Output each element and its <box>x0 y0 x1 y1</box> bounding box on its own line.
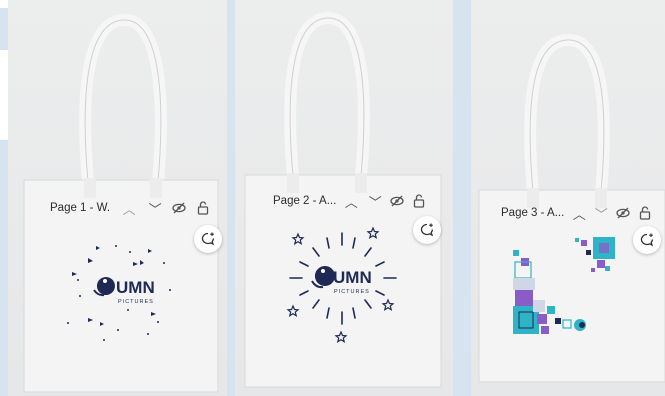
svg-text:UMN: UMN <box>333 268 372 287</box>
page-2-panel[interactable]: Page 2 - A... ︿ ﹀ UMN PICTURES <box>235 0 453 396</box>
umn-logo-design-2: UMN PICTURES <box>286 226 397 343</box>
geometric-pattern-design <box>513 237 615 334</box>
svg-text:PICTURES: PICTURES <box>118 299 154 305</box>
umn-logo-design-1: UMN PICTURES <box>67 245 171 341</box>
page-3-panel[interactable]: Page 3 - A... ︿ ﹀ <box>471 0 665 396</box>
svg-text:PICTURES: PICTURES <box>334 289 370 295</box>
svg-text:UMN: UMN <box>116 278 155 297</box>
page-1-panel[interactable]: Page 1 - W. ︿ ﹀ UMN PICTURES <box>8 0 227 396</box>
